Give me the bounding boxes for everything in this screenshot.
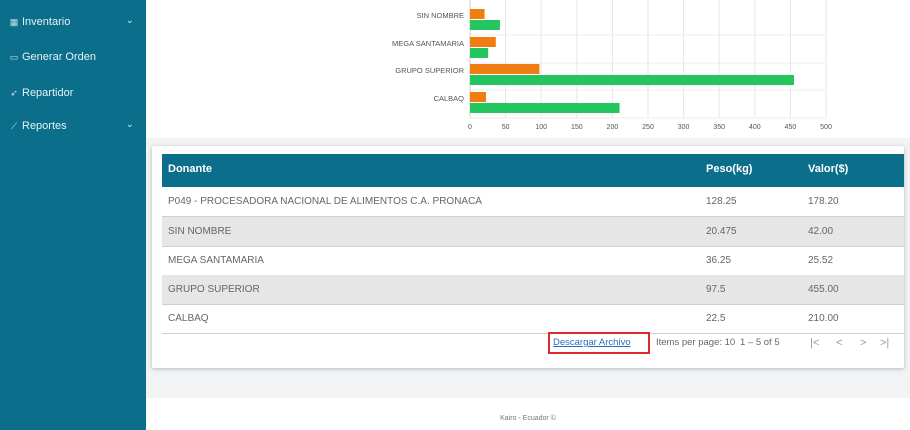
category-label: GRUPO SUPERIOR [395,66,464,75]
cell-valor: 455.00 [808,284,839,295]
category-label: SIN NOMBRE [416,11,464,20]
footer-text: Kairo - Ecuador © [500,415,556,422]
cell-peso: 20.475 [706,226,737,237]
sidebar-item-label: Reportes [22,120,67,132]
cell-peso: 97.5 [706,284,726,295]
send-icon: ➶ [10,87,18,98]
sidebar-item-label: Generar Orden [22,51,96,63]
page-range-label: 1 – 5 of 5 [740,337,780,348]
bar-peso[interactable] [470,37,496,47]
bar-valor[interactable] [470,20,500,30]
header-donante[interactable]: Donante [168,154,212,184]
x-tick-label: 250 [642,124,654,131]
sidebar-item-repartidor[interactable]: ➶ Repartidor [0,82,146,104]
bar-peso[interactable] [470,92,487,102]
cell-donante: SIN NOMBRE [168,226,232,237]
table-row: SIN NOMBRE 20.475 42.00 [162,217,904,247]
chevron-down-icon: ⌄ [125,15,134,26]
cell-donante: CALBAQ [168,313,209,324]
bar-chart: SIN NOMBRE MEGA SANTAMARIA GRUPO SUPERIOR C… [146,0,910,138]
sidebar-item-inventario[interactable]: ▦ Inventario ⌄ [0,11,146,33]
category-label: MEGA SANTAMARIA [392,39,464,48]
x-tick-label: 300 [677,124,690,131]
sidebar: ▦ Inventario ⌄ ▭ Generar Orden ➶ Reparti… [0,0,146,430]
cell-donante: MEGA SANTAMARIA [168,255,264,266]
bar-peso[interactable] [470,9,485,19]
bar-peso[interactable] [470,64,540,74]
sidebar-item-reportes[interactable]: ⟋ Reportes ⌄ [0,115,146,137]
header-valor[interactable]: Valor($) [808,154,848,184]
sidebar-item-label: Inventario [22,16,71,28]
x-tick-label: 500 [820,124,832,131]
bar-valor[interactable] [470,48,489,58]
table-row: CALBAQ 22.5 210.00 [162,304,904,334]
header-peso[interactable]: Peso(kg) [706,154,752,184]
x-tick-label: 100 [535,124,548,131]
footer: Kairo - Ecuador © [146,398,910,430]
cell-valor: 42.00 [808,226,834,237]
table-row: GRUPO SUPERIOR 97.5 455.00 [162,275,904,305]
cell-valor: 178.20 [808,196,839,207]
table-header: Donante Peso(kg) Valor($) [162,154,904,187]
report-table-card: Donante Peso(kg) Valor($) P049 - PROCESA… [152,146,904,368]
x-tick-label: 450 [784,124,797,131]
items-per-page-label[interactable]: Items per page: 10 [656,337,735,348]
bar-valor[interactable] [470,75,794,85]
cell-valor: 210.00 [808,313,839,324]
cell-donante: GRUPO SUPERIOR [168,284,260,295]
category-label: CALBAQ [433,94,464,103]
x-tick-label: 200 [606,124,619,131]
box-icon: ▦ [9,16,19,27]
chart-svg [469,0,827,119]
cell-peso: 128.25 [706,196,737,207]
download-highlight: Descargar Archivo [548,332,650,354]
x-tick-label: 0 [468,124,472,131]
cell-peso: 36.25 [706,255,732,266]
x-tick-label: 150 [570,124,583,131]
cell-peso: 22.5 [706,313,726,324]
last-page-button[interactable]: >| [880,337,889,349]
sidebar-item-label: Repartidor [22,87,74,99]
chevron-down-icon: ⌄ [125,119,134,130]
cell-valor: 25.52 [808,255,834,266]
paginator: Descargar Archivo Items per page: 10 1 –… [162,332,904,356]
download-file-link[interactable]: Descargar Archivo [553,337,631,348]
next-page-button[interactable]: > [860,337,866,349]
prev-page-button[interactable]: < [836,337,842,349]
x-tick-label: 50 [501,124,510,131]
table-row: P049 - PROCESADORA NACIONAL DE ALIMENTOS… [162,187,904,217]
chart-icon: ⟋ [10,120,18,131]
x-tick-label: 350 [713,124,726,131]
table-row: MEGA SANTAMARIA 36.25 25.52 [162,246,904,276]
x-tick-label: 400 [748,124,761,131]
cell-donante: P049 - PROCESADORA NACIONAL DE ALIMENTOS… [168,196,482,207]
first-page-button[interactable]: |< [810,337,819,349]
bar-valor[interactable] [470,103,620,113]
sidebar-item-generar-orden[interactable]: ▭ Generar Orden [0,46,146,68]
order-icon: ▭ [9,51,19,62]
